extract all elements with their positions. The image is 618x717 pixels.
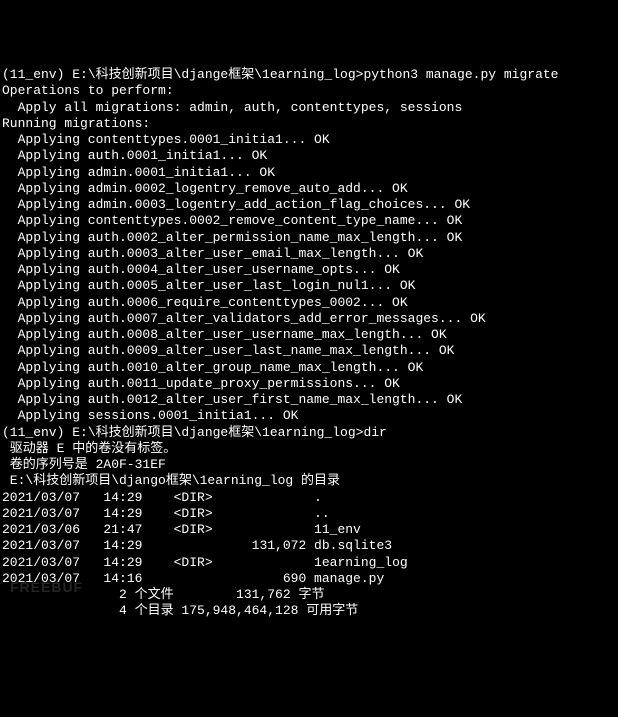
- dir-entry: 2021/03/07 14:29 <DIR> 1earning_log: [2, 555, 616, 571]
- summary-files: 2 个文件 131,762 字节: [2, 587, 616, 603]
- migration-line: Applying auth.0003_alter_user_email_max_…: [2, 246, 616, 262]
- migration-line: Applying contenttypes.0002_remove_conten…: [2, 213, 616, 229]
- terminal-output: (11_env) E:\科技创新项目\djange框架\1earning_log…: [2, 67, 616, 620]
- dir-entry: 2021/03/07 14:16 690 manage.py: [2, 571, 616, 587]
- migration-line: Applying sessions.0001_initia1... OK: [2, 408, 616, 424]
- migration-line: Applying auth.0007_alter_validators_add_…: [2, 311, 616, 327]
- migration-line: Applying auth.0012_alter_user_first_name…: [2, 392, 616, 408]
- migration-line: Applying admin.0003_logentry_add_action_…: [2, 197, 616, 213]
- dir-entry: 2021/03/07 14:29 131,072 db.sqlite3: [2, 538, 616, 554]
- migration-line: Applying contenttypes.0001_initia1... OK: [2, 132, 616, 148]
- migration-line: Applying admin.0002_logentry_remove_auto…: [2, 181, 616, 197]
- migration-line: Applying auth.0008_alter_user_username_m…: [2, 327, 616, 343]
- operations-header: Operations to perform:: [2, 83, 616, 99]
- migration-line: Applying auth.0002_alter_permission_name…: [2, 230, 616, 246]
- apply-all-line: Apply all migrations: admin, auth, conte…: [2, 100, 616, 116]
- migration-line: Applying auth.0011_update_proxy_permissi…: [2, 376, 616, 392]
- dir-header: E:\科技创新项目\django框架\1earning_log 的目录: [2, 473, 616, 489]
- migration-line: Applying auth.0010_alter_group_name_max_…: [2, 360, 616, 376]
- dir-entry: 2021/03/07 14:29 <DIR> .: [2, 490, 616, 506]
- migration-line: Applying auth.0009_alter_user_last_name_…: [2, 343, 616, 359]
- dir-entry: 2021/03/06 21:47 <DIR> 11_env: [2, 522, 616, 538]
- command-line-dir: (11_env) E:\科技创新项目\djange框架\1earning_log…: [2, 425, 616, 441]
- running-header: Running migrations:: [2, 116, 616, 132]
- dir-entry: 2021/03/07 14:29 <DIR> ..: [2, 506, 616, 522]
- migration-line: Applying auth.0004_alter_user_username_o…: [2, 262, 616, 278]
- summary-dirs: 4 个目录 175,948,464,128 可用字节: [2, 603, 616, 619]
- migration-line: Applying auth.0006_require_contenttypes_…: [2, 295, 616, 311]
- drive-serial: 卷的序列号是 2A0F-31EF: [2, 457, 616, 473]
- migration-line: Applying auth.0005_alter_user_last_login…: [2, 278, 616, 294]
- migration-line: Applying admin.0001_initia1... OK: [2, 165, 616, 181]
- command-line-migrate: (11_env) E:\科技创新项目\djange框架\1earning_log…: [2, 67, 616, 83]
- drive-no-label: 驱动器 E 中的卷没有标签。: [2, 441, 616, 457]
- migration-line: Applying auth.0001_initia1... OK: [2, 148, 616, 164]
- watermark: FREEBUF: [10, 579, 83, 597]
